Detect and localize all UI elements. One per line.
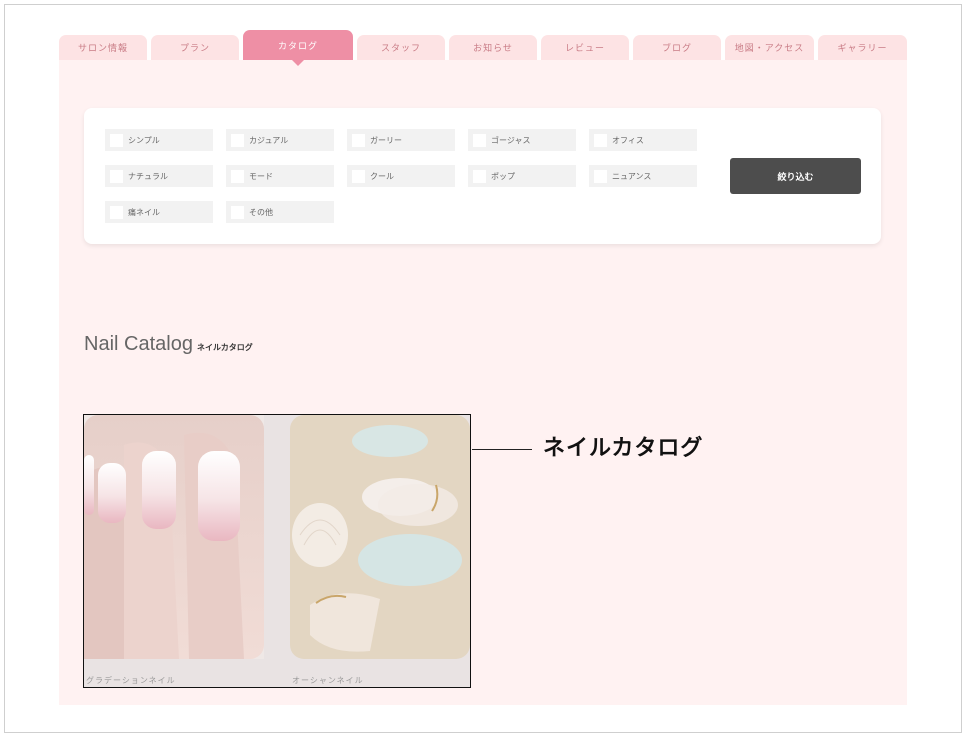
section-title-jp: ネイルカタログ: [196, 343, 253, 352]
filter-checkbox-ita-nail[interactable]: 痛ネイル: [105, 201, 213, 223]
tab-catalog[interactable]: カタログ: [243, 30, 353, 60]
checkbox-box[interactable]: [352, 133, 365, 147]
filter-label: ゴージャス: [491, 135, 531, 145]
filter-checkbox-nuance[interactable]: ニュアンス: [589, 165, 697, 187]
gallery-caption: グラデーションネイル: [86, 676, 176, 685]
active-tab-indicator: [292, 60, 304, 66]
filter-submit-button[interactable]: 絞り込む: [730, 158, 861, 194]
checkbox-box[interactable]: [110, 133, 123, 147]
tab-access[interactable]: 地図・アクセス: [725, 35, 814, 60]
filter-label: モード: [249, 171, 273, 181]
filter-label: 痛ネイル: [128, 207, 160, 217]
filter-label: カジュアル: [249, 135, 289, 145]
gallery-item-gradation[interactable]: [84, 415, 264, 659]
checkbox-box[interactable]: [231, 169, 244, 183]
filter-checkbox-natural[interactable]: ナチュラル: [105, 165, 213, 187]
filter-label: ポップ: [491, 171, 515, 181]
section-heading: Nail Catalog ネイルカタログ: [84, 333, 253, 356]
checkbox-box[interactable]: [473, 169, 486, 183]
checkbox-box[interactable]: [231, 133, 244, 147]
checkbox-box[interactable]: [473, 133, 486, 147]
tab-gallery[interactable]: ギャラリー: [818, 35, 907, 60]
checkbox-box[interactable]: [352, 169, 365, 183]
filter-checkbox-girly[interactable]: ガーリー: [347, 129, 455, 151]
filter-label: ナチュラル: [128, 171, 168, 181]
filter-checkbox-other[interactable]: その他: [226, 201, 334, 223]
section-title-en: Nail Catalog: [84, 333, 193, 355]
filter-checkbox-gorgeous[interactable]: ゴージャス: [468, 129, 576, 151]
gradation-nail-image: [84, 415, 264, 659]
tab-plan[interactable]: プラン: [151, 35, 239, 60]
filter-label: オフィス: [612, 135, 644, 145]
filter-checkbox-simple[interactable]: シンプル: [105, 129, 213, 151]
tab-review[interactable]: レビュー: [541, 35, 629, 60]
filter-checkbox-casual[interactable]: カジュアル: [226, 129, 334, 151]
filter-label: ニュアンス: [612, 171, 652, 181]
annotation-leader-line: [472, 449, 532, 450]
filter-checkbox-cool[interactable]: クール: [347, 165, 455, 187]
tab-blog[interactable]: ブログ: [633, 35, 721, 60]
filter-label: クール: [370, 171, 394, 181]
filter-checkbox-office[interactable]: オフィス: [589, 129, 697, 151]
filter-label: シンプル: [128, 135, 160, 145]
tab-salon-info[interactable]: サロン情報: [59, 35, 147, 60]
checkbox-box[interactable]: [594, 169, 607, 183]
filter-label: その他: [249, 207, 273, 217]
tab-news[interactable]: お知らせ: [449, 35, 537, 60]
annotation-label: ネイルカタログ: [543, 436, 704, 461]
gallery-caption: オーシャンネイル: [292, 676, 364, 685]
filter-checkbox-mode[interactable]: モード: [226, 165, 334, 187]
catalog-gallery: グラデーションネイル オーシャンネイル: [83, 414, 471, 688]
ocean-nail-image: [290, 415, 470, 659]
filter-checkbox-pop[interactable]: ポップ: [468, 165, 576, 187]
filter-label: ガーリー: [370, 135, 402, 145]
checkbox-box[interactable]: [110, 205, 123, 219]
gallery-item-ocean[interactable]: [290, 415, 470, 659]
checkbox-box[interactable]: [110, 169, 123, 183]
checkbox-box[interactable]: [231, 205, 244, 219]
checkbox-box[interactable]: [594, 133, 607, 147]
tab-staff[interactable]: スタッフ: [357, 35, 445, 60]
